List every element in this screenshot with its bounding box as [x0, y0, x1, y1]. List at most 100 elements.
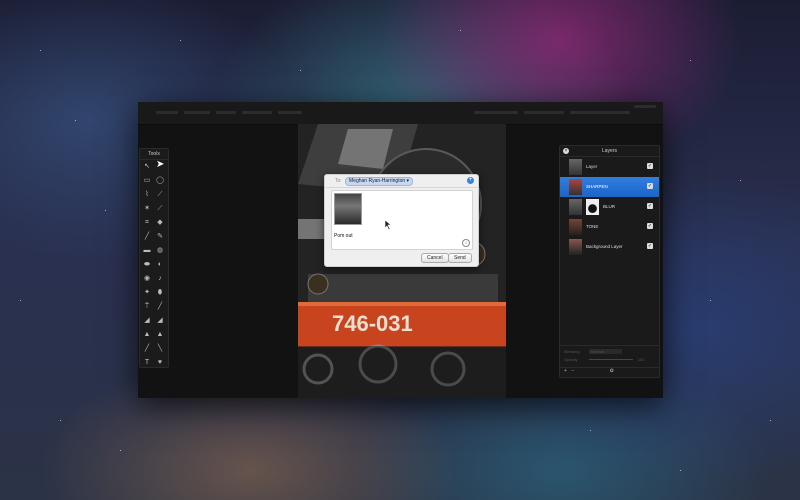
opacity-row: Opacity 100: [560, 357, 659, 362]
cancel-button[interactable]: Cancel: [421, 253, 449, 263]
star: [590, 430, 591, 431]
message-text[interactable]: Pom out: [334, 233, 353, 239]
menu-item[interactable]: [570, 111, 630, 114]
blending-select[interactable]: Normal: [588, 349, 622, 354]
mouse-cursor-icon: [385, 220, 392, 230]
add-layer-icon[interactable]: +: [564, 368, 567, 374]
star: [770, 420, 771, 421]
star: [680, 470, 681, 471]
burn-tool-icon[interactable]: ✦: [143, 289, 151, 297]
menu-item[interactable]: [524, 111, 564, 114]
eyedropper-tool-icon[interactable]: ⟋: [156, 205, 164, 213]
star: [180, 40, 181, 41]
opacity-slider[interactable]: [588, 359, 633, 361]
visibility-checkbox[interactable]: ✓: [647, 203, 653, 209]
poly-lasso-tool-icon[interactable]: ⟋: [156, 191, 164, 199]
pen-tool-icon[interactable]: ╲: [156, 345, 164, 353]
menu-item[interactable]: [184, 111, 210, 114]
magic-wand-tool-icon[interactable]: ✶: [143, 205, 151, 213]
line-tool-icon[interactable]: ╱: [143, 345, 151, 353]
layer-thumbnail: [569, 239, 582, 255]
layer-thumbnail: [569, 159, 582, 175]
layers-panel: × Layers Layer ✓ SHARPEN ✓ BLUR ✓ TONE ✓…: [559, 145, 660, 378]
menu-item[interactable]: [634, 105, 656, 108]
recipient-chip[interactable]: Meghan Ryan-Harrington ▾: [345, 177, 414, 186]
layer-row[interactable]: Background Layer ✓: [560, 237, 659, 257]
opacity-value[interactable]: 100: [638, 357, 645, 362]
clone-tool-icon[interactable]: ⍑: [143, 303, 151, 311]
locomotive-plate-number: 746-031: [332, 311, 413, 336]
layer-settings-icon[interactable]: ✿: [610, 368, 614, 374]
layer-name: Background Layer: [586, 244, 623, 249]
blending-label: Blending: [564, 349, 580, 354]
menu-item[interactable]: [156, 111, 178, 114]
share-popup: To: Meghan Ryan-Harrington ▾ + Pom out ☺…: [324, 174, 479, 267]
layer-row[interactable]: BLUR ✓: [560, 197, 659, 217]
star: [60, 420, 61, 421]
heart-tool-icon[interactable]: ♥: [156, 359, 164, 367]
layer-name: TONE: [586, 224, 599, 229]
menu-bar: [138, 102, 663, 125]
text-tool-icon[interactable]: T: [143, 359, 151, 367]
star: [20, 300, 21, 301]
add-recipient-icon[interactable]: +: [467, 177, 474, 184]
menu-item[interactable]: [278, 111, 302, 114]
gradient-tool-icon[interactable]: ◢: [143, 317, 151, 325]
drop-tool-icon[interactable]: ▲: [143, 331, 151, 339]
opacity-label: Opacity: [564, 357, 578, 362]
layers-title: Layers: [601, 148, 617, 154]
marquee-rect-tool-icon[interactable]: ▭: [143, 177, 151, 185]
layer-name: SHARPEN: [586, 184, 608, 189]
layer-mask-thumbnail: [586, 199, 599, 215]
send-button[interactable]: Send: [448, 253, 472, 263]
fill-tool-icon[interactable]: ◍: [156, 247, 164, 255]
star: [690, 60, 691, 61]
eraser-tool-icon[interactable]: ▬: [143, 247, 151, 255]
marquee-ellipse-tool-icon[interactable]: ◯: [156, 177, 164, 185]
star: [120, 450, 121, 451]
shape-tool-icon[interactable]: ◢: [156, 317, 164, 325]
layer-name: Layer: [586, 164, 598, 169]
lasso-tool-icon[interactable]: ⌇: [143, 191, 151, 199]
star: [460, 30, 461, 31]
sharpen-tool-icon[interactable]: ◐: [156, 261, 164, 269]
menu-item[interactable]: [242, 111, 272, 114]
crop-tool-icon[interactable]: ⌗: [143, 219, 151, 227]
menu-item[interactable]: [474, 111, 518, 114]
brush-tool-icon[interactable]: ╱: [143, 233, 151, 241]
heal-tool-icon[interactable]: ╱: [156, 303, 164, 311]
star: [75, 120, 76, 121]
layer-row[interactable]: TONE ✓: [560, 217, 659, 237]
visibility-checkbox[interactable]: ✓: [647, 243, 653, 249]
star: [105, 210, 106, 211]
message-field[interactable]: Pom out ☺: [331, 190, 473, 250]
star: [740, 180, 741, 181]
arrow-tool-icon[interactable]: ↖: [143, 163, 151, 171]
pencil-tool-icon[interactable]: ✎: [156, 233, 164, 241]
smudge-tool-icon[interactable]: ◉: [143, 275, 151, 283]
layer-row-selected[interactable]: SHARPEN ✓: [560, 177, 659, 197]
recipient-row: To: Meghan Ryan-Harrington ▾ +: [325, 175, 478, 188]
star: [710, 300, 711, 301]
layer-row[interactable]: Layer ✓: [560, 157, 659, 177]
remove-layer-icon[interactable]: −: [571, 368, 574, 374]
layer-thumbnail: [569, 199, 582, 215]
slice-tool-icon[interactable]: ◆: [156, 219, 164, 227]
layer-name: BLUR: [603, 204, 616, 209]
visibility-checkbox[interactable]: ✓: [647, 183, 653, 189]
sponge-tool-icon[interactable]: ⬮: [156, 289, 164, 297]
layers-header: × Layers: [560, 146, 659, 157]
visibility-checkbox[interactable]: ✓: [647, 163, 653, 169]
star: [40, 50, 41, 51]
blur-tool-icon[interactable]: ⬬: [143, 261, 151, 269]
to-label: To:: [335, 178, 342, 184]
cone-tool-icon[interactable]: ▲: [156, 331, 164, 339]
layer-thumbnail: [569, 179, 582, 195]
menu-item[interactable]: [216, 111, 236, 114]
dodge-tool-icon[interactable]: ♪: [156, 275, 164, 283]
close-icon[interactable]: ×: [563, 148, 569, 154]
move-tool-icon[interactable]: ➤: [156, 160, 164, 170]
visibility-checkbox[interactable]: ✓: [647, 223, 653, 229]
emoji-icon[interactable]: ☺: [462, 239, 470, 247]
blending-row: Blending Normal: [560, 345, 659, 354]
